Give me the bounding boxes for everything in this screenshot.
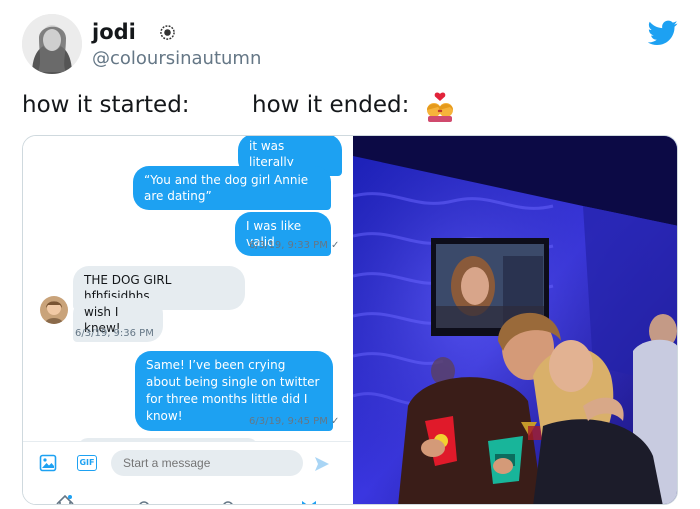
gif-label: GIF [79,458,95,467]
messages-tab-icon[interactable] [301,498,317,505]
search-tab-icon[interactable] [137,498,151,505]
user-handle[interactable]: @coloursinautumn [92,48,261,69]
twitter-bird-icon[interactable] [648,20,678,46]
caption-how-it-started: how it started: [22,92,190,118]
message-timestamp: 6/3/19, 9:33 PM ✓ [249,240,340,251]
kissing-couple-emoji-icon [427,92,453,122]
message-bubble-outgoing: “You and the dog girl Annie are dating” [133,166,331,210]
dm-screenshot: it was literally “You and the dog girl A… [23,136,351,505]
image-icon[interactable] [39,454,57,472]
sender-avatar[interactable] [40,296,68,324]
tweet-header: jodi @coloursinautumn [22,14,682,80]
message-timestamp: 6/3/19, 9:45 PM ✓ [249,416,340,427]
avatar[interactable] [22,14,82,74]
gif-button[interactable]: GIF [77,455,97,471]
message-timestamp: 6/3/19, 9:36 PM [75,328,154,339]
sunflower-badge-icon [160,25,175,40]
message-input[interactable] [111,450,303,476]
party-photo[interactable] [353,136,677,504]
tweet-media[interactable]: it was literally “You and the dog girl A… [22,135,678,505]
caption-how-it-ended: how it ended: [252,92,410,118]
notifications-tab-icon[interactable] [221,498,235,505]
home-tab-icon[interactable] [55,494,75,505]
send-icon[interactable] [313,455,331,473]
display-name[interactable]: jodi [92,20,136,44]
message-composer: GIF [23,441,351,505]
